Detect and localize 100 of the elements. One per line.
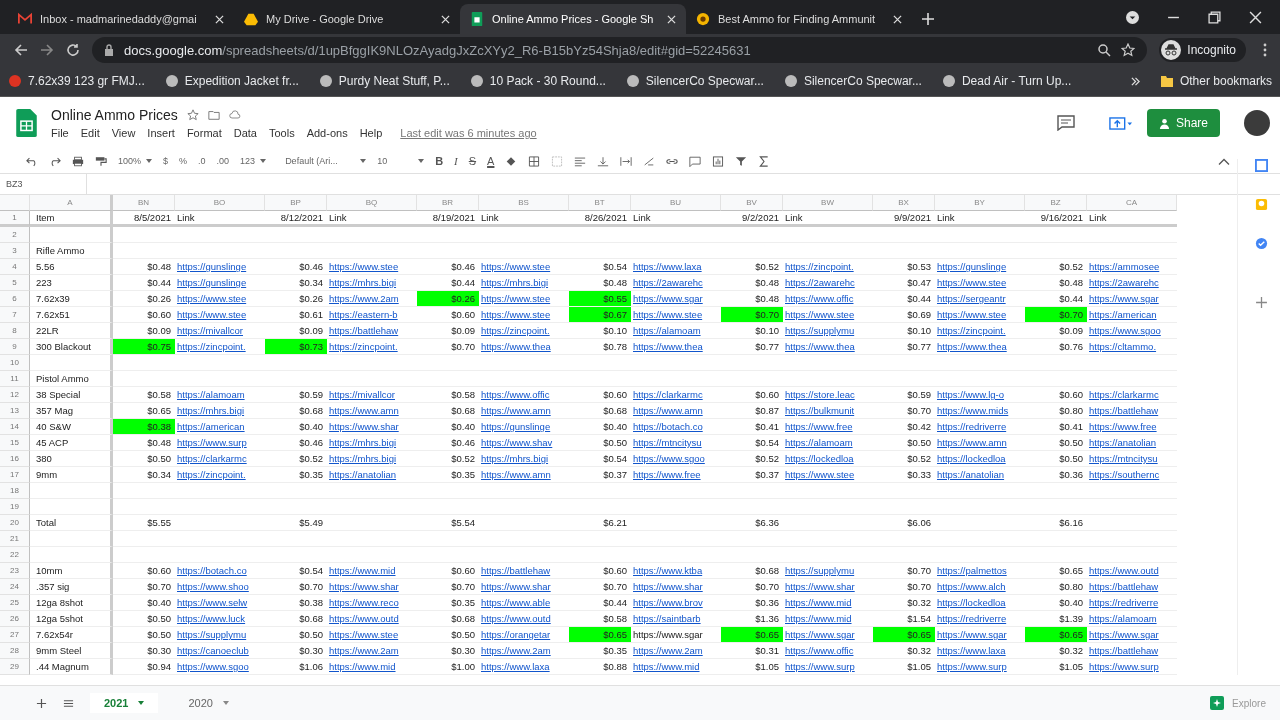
bold-button[interactable]: B — [435, 155, 444, 167]
url-link[interactable]: https://www.luck — [175, 611, 265, 627]
url-link[interactable]: https://www.mid — [783, 595, 873, 611]
row-number[interactable]: 28 — [0, 643, 30, 659]
url-link[interactable]: https://www.2am — [631, 643, 721, 659]
text-color-button[interactable]: A — [487, 155, 495, 167]
url-link[interactable]: https://www.laxa — [935, 643, 1025, 659]
row-number[interactable]: 13 — [0, 403, 30, 419]
decrease-decimal-button[interactable]: .0 — [198, 156, 206, 166]
menu-item[interactable]: Add-ons — [306, 127, 348, 139]
column-header[interactable]: BR — [417, 195, 479, 211]
url-link[interactable]: https://www.sgar — [1087, 291, 1177, 307]
close-icon[interactable] — [215, 14, 224, 24]
star-icon[interactable] — [186, 109, 199, 121]
url-link[interactable]: https://www.offic — [783, 643, 873, 659]
url-link[interactable]: https://zincpoint. — [479, 323, 569, 339]
menu-item[interactable]: Format — [186, 127, 222, 139]
url-link[interactable]: https://www.stee — [783, 467, 873, 483]
browser-tab[interactable]: Best Ammo for Finding Ammunit — [686, 4, 912, 34]
close-icon[interactable] — [667, 14, 676, 24]
incognito-button[interactable]: Incognito — [1159, 38, 1246, 62]
url-link[interactable]: https://botach.co — [631, 419, 721, 435]
url-link[interactable]: https://www.sgar — [1087, 627, 1177, 643]
url-link[interactable]: https://anatolian — [935, 467, 1025, 483]
url-link[interactable]: https://gunslinge — [935, 259, 1025, 275]
column-header[interactable]: BY — [935, 195, 1025, 211]
url-link[interactable]: https://www.laxa — [631, 259, 721, 275]
cloud-icon[interactable] — [228, 109, 241, 121]
row-number[interactable]: 1 — [0, 211, 30, 227]
url-link[interactable]: https://www.offic — [783, 291, 873, 307]
url-link[interactable]: https://gunslinge — [479, 419, 569, 435]
reload-icon[interactable] — [66, 43, 80, 57]
url-link[interactable]: https://2awarehc — [1087, 275, 1177, 291]
url-link[interactable]: https://clarkarmc — [175, 451, 265, 467]
url-link[interactable]: https://www.offic — [479, 387, 569, 403]
column-header[interactable]: BN — [113, 195, 175, 211]
star-icon[interactable] — [1121, 43, 1136, 57]
font-size-dropdown[interactable]: 10 — [377, 156, 414, 166]
row-number[interactable]: 3 — [0, 243, 30, 259]
url-link[interactable]: https://redriverre — [935, 419, 1025, 435]
valign-icon[interactable] — [597, 155, 610, 167]
spreadsheet-icon[interactable] — [16, 109, 37, 137]
url-link[interactable]: https://anatolian — [327, 467, 417, 483]
url-link[interactable]: https://www.outd — [479, 611, 569, 627]
strikethrough-button[interactable]: S — [468, 155, 477, 167]
column-header[interactable]: BQ — [327, 195, 417, 211]
sigma-icon[interactable] — [758, 155, 771, 167]
fill-color-icon[interactable] — [505, 155, 518, 167]
url-link[interactable]: https://clarkarmc — [631, 387, 721, 403]
bookmark[interactable]: Dead Air - Turn Up... — [941, 74, 1072, 88]
url-link[interactable]: https://mtncitysu — [631, 435, 721, 451]
url-link[interactable]: https://www.laxa — [479, 659, 569, 675]
url-link[interactable]: https://clarkarmc — [1087, 387, 1177, 403]
row-number[interactable]: 16 — [0, 451, 30, 467]
other-bookmarks[interactable]: Other bookmarks — [1159, 74, 1272, 88]
bookmark[interactable]: 10 Pack - 30 Round... — [469, 74, 606, 88]
caret-icon[interactable] — [418, 159, 425, 163]
zoom-dropdown[interactable]: 100% — [118, 156, 142, 166]
row-number[interactable]: 12 — [0, 387, 30, 403]
column-header[interactable]: BZ — [1025, 195, 1087, 211]
url-link[interactable]: https://anatolian — [1087, 435, 1177, 451]
row-number[interactable]: 17 — [0, 467, 30, 483]
column-header[interactable]: BU — [631, 195, 721, 211]
menu-item[interactable]: Tools — [268, 127, 295, 139]
url-link[interactable]: https://zincpoint. — [935, 323, 1025, 339]
bookmark[interactable]: 7.62x39 123 gr FMJ... — [8, 74, 145, 88]
url-link[interactable]: https://www.outd — [327, 611, 417, 627]
url-link[interactable]: https://www.amn — [479, 403, 569, 419]
url-link[interactable]: https://store.leac — [783, 387, 873, 403]
url-link[interactable]: https://www.stee — [783, 307, 873, 323]
url-link[interactable]: https://www.brov — [631, 595, 721, 611]
close-icon[interactable] — [441, 14, 450, 24]
url-link[interactable]: https://battlehaw — [1087, 579, 1177, 595]
avatar[interactable] — [1244, 110, 1270, 136]
url-link[interactable]: https://www.sgoo — [1087, 323, 1177, 339]
menu-item[interactable]: Insert — [147, 127, 175, 139]
column-header[interactable]: A — [30, 195, 113, 211]
font-dropdown[interactable]: Default (Ari... — [285, 156, 356, 166]
row-number[interactable]: 19 — [0, 499, 30, 515]
row-number[interactable]: 23 — [0, 563, 30, 579]
url-link[interactable]: https://mhrs.bigi — [327, 275, 417, 291]
url-link[interactable]: https://supplymu — [175, 627, 265, 643]
number-format-dropdown[interactable]: 123 — [240, 156, 256, 166]
url-link[interactable]: https://www.amn — [479, 467, 569, 483]
url-link[interactable]: https://www.surp — [175, 435, 265, 451]
url-link[interactable]: https://www.stee — [175, 307, 265, 323]
url-link[interactable]: https://canoeclub — [175, 643, 265, 659]
url-link[interactable]: https://mivallcor — [175, 323, 265, 339]
url-link[interactable]: https://www.amn — [631, 403, 721, 419]
column-header[interactable]: BP — [265, 195, 327, 211]
url-link[interactable]: https://www.2am — [479, 643, 569, 659]
url-link[interactable]: https://www.mid — [783, 611, 873, 627]
chevron-icon[interactable] — [1130, 76, 1140, 86]
url-link[interactable]: https://www.amn — [327, 403, 417, 419]
url-link[interactable]: https://www.able — [479, 595, 569, 611]
browser-tab[interactable]: Inbox - madmarinedaddy@gmai — [8, 4, 234, 34]
url-link[interactable]: https://www.thea — [479, 339, 569, 355]
sheet-tab[interactable]: 2021 — [90, 693, 159, 713]
url-link[interactable]: https://www.mids — [935, 403, 1025, 419]
url-link[interactable]: https://www.shar — [327, 419, 417, 435]
